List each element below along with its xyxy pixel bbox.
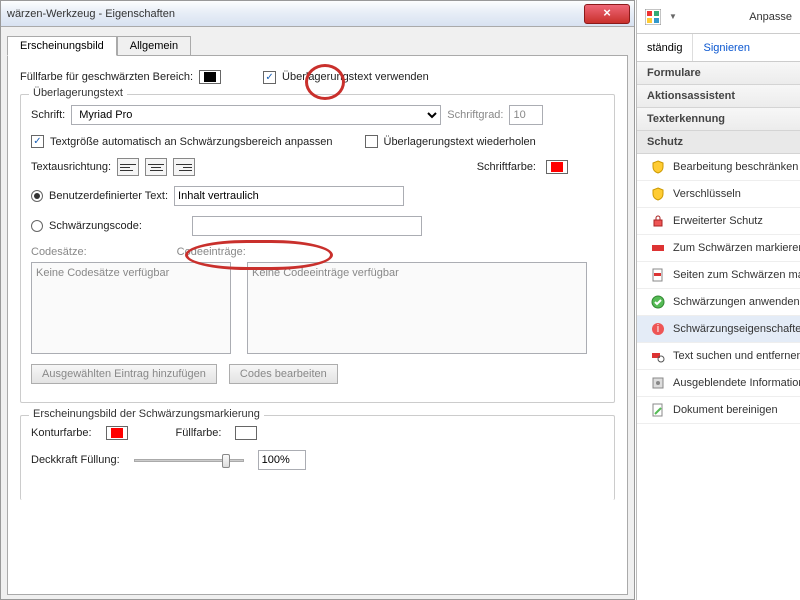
- font-size-input: [509, 105, 543, 125]
- codeentries-label: Codeeinträge:: [177, 246, 246, 258]
- fill-color-swatch[interactable]: [199, 70, 221, 84]
- redaction-code-input: [192, 216, 422, 236]
- outline-color-swatch[interactable]: [106, 426, 128, 440]
- align-right-button[interactable]: [173, 158, 195, 176]
- overlay-legend: Überlagerungstext: [29, 87, 127, 99]
- opacity-slider[interactable]: [134, 453, 244, 467]
- repeat-label: Überlagerungstext wiederholen: [384, 136, 536, 148]
- opacity-label: Deckkraft Füllung:: [31, 454, 120, 466]
- mark-fill-swatch[interactable]: [235, 426, 257, 440]
- item-restrict-editing[interactable]: Bearbeitung beschränken: [637, 154, 800, 181]
- section-forms[interactable]: Formulare: [637, 62, 800, 85]
- mode-tabs: ständig Signieren: [637, 34, 800, 62]
- font-color-label: Schriftfarbe:: [477, 161, 536, 173]
- redact-mark-icon: [651, 241, 665, 255]
- font-size-label: Schriftgrad:: [447, 109, 503, 121]
- codeentries-listbox[interactable]: Keine Codeeinträge verfügbar: [247, 262, 587, 354]
- tab-general[interactable]: Allgemein: [117, 36, 191, 56]
- font-select[interactable]: Myriad Pro: [71, 105, 441, 125]
- titlebar[interactable]: wärzen-Werkzeug - Eigenschaften ×: [1, 1, 634, 27]
- section-protect[interactable]: Schutz: [637, 131, 800, 154]
- font-label: Schrift:: [31, 109, 65, 121]
- item-extended-protect[interactable]: Erweiterter Schutz: [637, 208, 800, 235]
- item-mark-pages[interactable]: Seiten zum Schwärzen mark: [637, 262, 800, 289]
- item-search-remove[interactable]: Text suchen und entfernen: [637, 343, 800, 370]
- app-logo-icon: [645, 9, 661, 25]
- item-sanitize[interactable]: Dokument bereinigen: [637, 397, 800, 424]
- overlay-fieldset: Überlagerungstext Schrift: Myriad Pro Sc…: [20, 94, 615, 403]
- svg-text:i: i: [657, 323, 659, 335]
- shield-icon: [651, 160, 665, 174]
- item-apply-redact[interactable]: Schwärzungen anwenden: [637, 289, 800, 316]
- dialog-title: wärzen-Werkzeug - Eigenschaften: [7, 8, 175, 20]
- item-redact-properties[interactable]: iSchwärzungseigenschaften: [637, 316, 800, 343]
- edit-codes-button[interactable]: Codes bearbeiten: [229, 364, 338, 384]
- lock-icon: [651, 214, 665, 228]
- fill-color-label: Füllfarbe für geschwärzten Bereich:: [20, 71, 193, 83]
- mode-tab-full[interactable]: ständig: [637, 42, 692, 54]
- outline-color-label: Konturfarbe:: [31, 427, 92, 439]
- codesets-label: Codesätze:: [31, 246, 87, 258]
- overlay-text-label: Überlagerungstext verwenden: [282, 71, 429, 83]
- item-encrypt[interactable]: Verschlüsseln: [637, 181, 800, 208]
- mode-tab-sign[interactable]: Signieren: [692, 34, 759, 61]
- dropdown-icon[interactable]: ▼: [669, 12, 677, 21]
- search-redact-icon: [651, 349, 665, 363]
- font-color-swatch[interactable]: [546, 160, 568, 174]
- close-button[interactable]: ×: [584, 4, 630, 24]
- autosize-checkbox[interactable]: ✓: [31, 135, 44, 148]
- sanitize-icon: [651, 403, 665, 417]
- opacity-input[interactable]: [258, 450, 306, 470]
- properties-icon: i: [651, 322, 665, 336]
- tools-toolbar: ▼ Anpasse: [637, 0, 800, 34]
- mark-appearance-fieldset: Erscheinungsbild der Schwärzungsmarkieru…: [20, 415, 615, 500]
- redact-pages-icon: [651, 268, 665, 282]
- apply-icon: [651, 295, 665, 309]
- properties-dialog: wärzen-Werkzeug - Eigenschaften × Ersche…: [0, 0, 635, 600]
- shield-icon: [651, 187, 665, 201]
- hidden-info-icon: [651, 376, 665, 390]
- custom-text-label: Benutzerdefinierter Text:: [49, 190, 168, 202]
- redaction-code-radio[interactable]: [31, 220, 43, 232]
- autosize-label: Textgröße automatisch an Schwärzungsbere…: [50, 136, 333, 148]
- overlay-text-checkbox[interactable]: ✓: [263, 71, 276, 84]
- tools-panel: ▼ Anpasse ständig Signieren Formulare Ak…: [636, 0, 800, 600]
- mark-legend: Erscheinungsbild der Schwärzungsmarkieru…: [29, 408, 264, 420]
- codesets-listbox[interactable]: Keine Codesätze verfügbar: [31, 262, 231, 354]
- repeat-checkbox[interactable]: [365, 135, 378, 148]
- align-label: Textausrichtung:: [31, 161, 111, 173]
- customize-link[interactable]: Anpasse: [749, 11, 792, 23]
- tab-appearance[interactable]: Erscheinungsbild: [7, 36, 117, 56]
- section-actions[interactable]: Aktionsassistent: [637, 85, 800, 108]
- item-hidden-info[interactable]: Ausgeblendete Information: [637, 370, 800, 397]
- section-ocr[interactable]: Texterkennung: [637, 108, 800, 131]
- custom-text-input[interactable]: [174, 186, 404, 206]
- tab-panel-appearance: Füllfarbe für geschwärzten Bereich: ✓ Üb…: [7, 55, 628, 595]
- item-mark-redact[interactable]: Zum Schwärzen markieren: [637, 235, 800, 262]
- align-center-button[interactable]: [145, 158, 167, 176]
- redaction-code-label: Schwärzungscode:: [49, 220, 142, 232]
- add-entry-button[interactable]: Ausgewählten Eintrag hinzufügen: [31, 364, 217, 384]
- align-left-button[interactable]: [117, 158, 139, 176]
- custom-text-radio[interactable]: [31, 190, 43, 202]
- mark-fill-label: Füllfarbe:: [176, 427, 222, 439]
- tab-strip: Erscheinungsbild Allgemein: [7, 35, 628, 55]
